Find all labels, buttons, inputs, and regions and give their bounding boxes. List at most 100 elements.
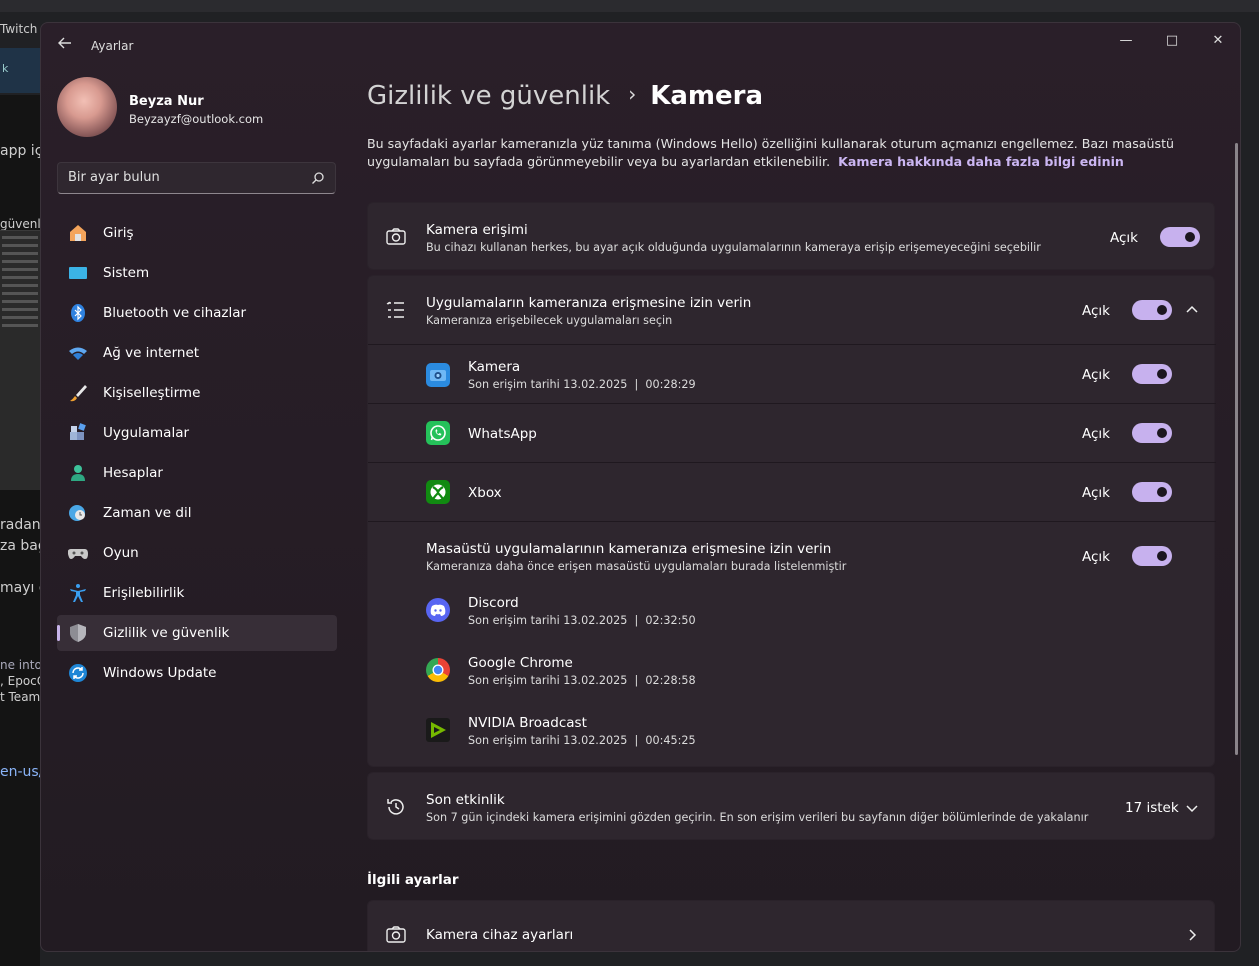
nav-label: Uygulamalar (103, 425, 190, 441)
background-text: radan (0, 517, 40, 533)
background-text: güvenlik (0, 217, 40, 231)
camera-device-settings-card[interactable]: Kamera cihaz ayarları (367, 900, 1215, 951)
nav-item-gaming[interactable]: Oyun (57, 535, 337, 571)
avatar[interactable] (57, 77, 117, 137)
nav-label: Zaman ve dil (103, 505, 192, 521)
chevron-down-icon[interactable] (1184, 800, 1200, 816)
wifi-icon (67, 342, 89, 364)
close-button[interactable]: ✕ (1195, 27, 1240, 55)
app-name: Discord (468, 595, 519, 611)
app-last-access: Son erişim tarihi 13.02.2025 | 02:32:50 (468, 614, 696, 627)
nav-label: Windows Update (103, 665, 217, 681)
background-text: ne into (0, 658, 40, 672)
learn-more-link[interactable]: Kamera hakkında daha fazla bilgi edinin (838, 154, 1124, 169)
background-tab-label[interactable]: Twitch (0, 22, 37, 36)
chevron-right-icon[interactable] (1184, 927, 1200, 943)
title-bar: Ayarlar — □ ✕ (41, 23, 1240, 67)
chevron-up-icon[interactable] (1184, 302, 1200, 318)
desktop-access-state: Açık (1082, 549, 1110, 565)
nav-label: Sistem (103, 265, 150, 281)
page-title: Kamera (650, 81, 764, 111)
recent-activity-card[interactable]: Son etkinlik Son 7 gün içindeki kamera e… (367, 772, 1215, 840)
recent-activity-subtitle: Son 7 gün içindeki kamera erişimini gözd… (426, 811, 1089, 824)
minimize-button[interactable]: — (1103, 27, 1149, 55)
background-text: mayı d (0, 580, 40, 596)
background-toolbar: k (0, 48, 40, 93)
app-state: Açık (1082, 426, 1110, 442)
accessibility-icon (67, 582, 89, 604)
nav-item-home[interactable]: Giriş (57, 215, 337, 251)
xbox-toggle[interactable] (1132, 482, 1172, 502)
camera-access-subtitle: Bu cihazı kullanan herkes, bu ayar açık … (426, 241, 1041, 254)
nav-item-bluetooth[interactable]: Bluetooth ve cihazlar (57, 295, 337, 331)
background-content: app iç güvenlik radan za bağ mayı d ne i… (0, 95, 40, 966)
whatsapp-icon (426, 421, 450, 445)
camera-access-toggle[interactable] (1160, 227, 1200, 247)
whatsapp-toggle[interactable] (1132, 423, 1172, 443)
nav-item-privacy-security[interactable]: Gizlilik ve güvenlik (57, 615, 337, 651)
chrome-icon (426, 658, 450, 682)
nav-item-apps[interactable]: Uygulamalar (57, 415, 337, 451)
history-icon (387, 799, 404, 815)
camera-app-toggle[interactable] (1132, 364, 1172, 384)
background-text: , EpocC (0, 674, 40, 688)
app-name: NVIDIA Broadcast (468, 715, 587, 731)
apps-access-header[interactable]: Uygulamaların kameranıza erişmesine izin… (368, 276, 1216, 344)
camera-device-settings-title: Kamera cihaz ayarları (426, 927, 574, 943)
search-input[interactable] (68, 170, 298, 185)
page-description: Bu sayfadaki ayarlar kameranızla yüz tan… (367, 135, 1187, 171)
search-icon[interactable] (311, 171, 325, 185)
background-toolbar-text: k (2, 62, 9, 75)
breadcrumb-parent[interactable]: Gizlilik ve güvenlik (367, 81, 610, 111)
arrow-left-icon (58, 37, 71, 49)
breadcrumb: Gizlilik ve güvenlik › Kamera (367, 81, 763, 111)
list-icon (386, 301, 404, 318)
nav-item-network[interactable]: Ağ ve internet (57, 335, 337, 371)
clock-globe-icon (67, 502, 89, 524)
desktop-access-title: Masaüstü uygulamalarının kameranıza eriş… (426, 541, 832, 557)
app-name: WhatsApp (468, 426, 537, 442)
nav-item-windows-update[interactable]: Windows Update (57, 655, 337, 691)
home-icon (67, 222, 89, 244)
shield-icon (67, 622, 89, 644)
app-title: Ayarlar (91, 39, 134, 53)
background-titlebar (0, 0, 1259, 12)
settings-window: Ayarlar — □ ✕ Beyza Nur Beyzayzf@outlook… (40, 22, 1241, 952)
apps-icon (67, 422, 89, 444)
camera-icon (386, 228, 406, 245)
nav-label: Kişiselleştirme (103, 385, 201, 401)
app-row-whatsapp: WhatsApp Açık (368, 404, 1216, 462)
user-email: Beyzayzf@outlook.com (129, 112, 264, 126)
nav-item-accessibility[interactable]: Erişilebilirlik (57, 575, 337, 611)
scrollbar[interactable] (1235, 143, 1238, 755)
gamepad-icon (67, 542, 89, 564)
nav-item-personalization[interactable]: Kişiselleştirme (57, 375, 337, 411)
nav-label: Ağ ve internet (103, 345, 200, 361)
camera-icon (386, 926, 406, 943)
apps-access-toggle[interactable] (1132, 300, 1172, 320)
apps-access-title: Uygulamaların kameranıza erişmesine izin… (426, 295, 752, 311)
app-row-xbox: Xbox Açık (368, 463, 1216, 521)
nav-label: Gizlilik ve güvenlik (103, 625, 230, 641)
camera-access-state: Açık (1110, 230, 1138, 246)
background-thumbnail (0, 230, 40, 490)
apps-access-state: Açık (1082, 303, 1110, 319)
camera-access-title: Kamera erişimi (426, 222, 528, 238)
nav-list: Giriş Sistem Bluetooth ve cihazlar Ağ ve… (57, 215, 337, 695)
nav-label: Hesaplar (103, 465, 163, 481)
desktop-access-toggle[interactable] (1132, 546, 1172, 566)
maximize-button[interactable]: □ (1149, 27, 1195, 55)
nav-label: Oyun (103, 545, 139, 561)
brush-icon (67, 382, 89, 404)
nav-item-system[interactable]: Sistem (57, 255, 337, 291)
bluetooth-icon (67, 302, 89, 324)
nav-item-time-language[interactable]: Zaman ve dil (57, 495, 337, 531)
back-button[interactable] (53, 35, 77, 55)
nav-item-accounts[interactable]: Hesaplar (57, 455, 337, 491)
discord-icon (426, 598, 450, 622)
app-name: Kamera (468, 359, 521, 375)
app-last-access: Son erişim tarihi 13.02.2025 | 02:28:58 (468, 674, 696, 687)
background-text: app iç (0, 143, 40, 159)
background-text: za bağ (0, 538, 40, 554)
background-text: en-us/ (0, 764, 40, 780)
